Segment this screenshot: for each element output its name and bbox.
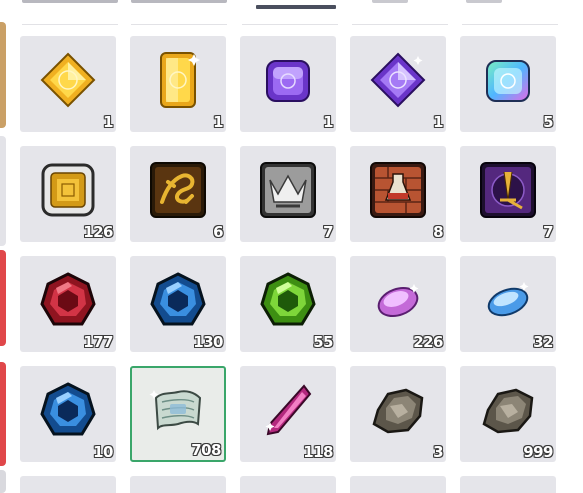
- inventory-panel: 1 1 1 1 5 126 6 7 8 7 177 130 55 226 32 …: [0, 0, 583, 493]
- divider: [131, 24, 227, 25]
- item-slot[interactable]: 1: [130, 36, 226, 132]
- item-quantity: 177: [83, 333, 113, 351]
- item-quantity: 7: [323, 223, 333, 241]
- item-slot[interactable]: 1: [240, 36, 336, 132]
- purple-sword-tile-icon: [480, 162, 536, 218]
- gold-chip-plate-icon: [41, 163, 95, 217]
- item-slot[interactable]: [460, 476, 556, 493]
- item-quantity: 8: [433, 223, 443, 241]
- item-slot[interactable]: 8: [350, 146, 446, 242]
- red-ore-icon: [40, 272, 96, 326]
- tab-fragment[interactable]: [372, 0, 408, 3]
- left-panel-edge: [0, 470, 6, 493]
- item-slot[interactable]: [350, 476, 446, 493]
- item-quantity: 118: [303, 443, 333, 461]
- divider: [242, 24, 338, 25]
- item-slot-selected[interactable]: 708: [130, 366, 226, 462]
- tab-fragment[interactable]: [22, 0, 118, 3]
- item-slot[interactable]: 6: [130, 146, 226, 242]
- blue-ore-icon: [40, 382, 96, 436]
- item-slot[interactable]: [240, 476, 336, 493]
- rainbow-square-gem-icon: [486, 60, 530, 102]
- item-quantity: 1: [323, 113, 333, 131]
- left-panel-edge: [0, 250, 6, 346]
- item-slot[interactable]: 226: [350, 256, 446, 352]
- tab-bar: [0, 0, 583, 9]
- ore-chunk-icon: [372, 388, 424, 434]
- item-quantity: 3: [433, 443, 443, 461]
- item-slot[interactable]: 5: [460, 36, 556, 132]
- item-slot[interactable]: [20, 476, 116, 493]
- brick-potion-tile-icon: [370, 162, 426, 218]
- blue-crystal-icon: [487, 282, 529, 317]
- purple-diamond-gem-icon: [370, 52, 426, 108]
- item-slot[interactable]: 10: [20, 366, 116, 462]
- item-slot[interactable]: 130: [130, 256, 226, 352]
- item-quantity: 999: [523, 443, 553, 461]
- item-quantity: 130: [193, 333, 223, 351]
- item-quantity: 708: [191, 441, 221, 459]
- item-slot[interactable]: 55: [240, 256, 336, 352]
- active-tab-indicator[interactable]: [256, 5, 336, 9]
- item-quantity: 5: [543, 113, 553, 131]
- left-panel-edge: [0, 362, 6, 466]
- green-ore-icon: [260, 272, 316, 326]
- pink-crystal-icon: [377, 284, 419, 318]
- item-quantity: 1: [433, 113, 443, 131]
- item-quantity: 126: [83, 223, 113, 241]
- item-slot[interactable]: 3: [350, 366, 446, 462]
- item-slot[interactable]: 1: [350, 36, 446, 132]
- item-slot[interactable]: 1: [20, 36, 116, 132]
- item-quantity: 1: [103, 113, 113, 131]
- item-slot[interactable]: 118: [240, 366, 336, 462]
- item-slot[interactable]: 7: [240, 146, 336, 242]
- item-quantity: 10: [93, 443, 113, 461]
- item-quantity: 32: [533, 333, 553, 351]
- gold-rectangle-gem-icon: [160, 52, 200, 108]
- gold-diamond-gem-icon: [40, 52, 96, 108]
- item-slot[interactable]: [130, 476, 226, 493]
- left-panel-edge: [0, 22, 6, 128]
- blue-ore-icon: [150, 272, 206, 326]
- divider: [462, 24, 558, 25]
- item-quantity: 226: [413, 333, 443, 351]
- magenta-shard-icon: [265, 384, 312, 436]
- tab-fragment[interactable]: [466, 0, 502, 3]
- item-slot[interactable]: 32: [460, 256, 556, 352]
- item-quantity: 1: [213, 113, 223, 131]
- item-slot[interactable]: 7: [460, 146, 556, 242]
- item-slot[interactable]: 126: [20, 146, 116, 242]
- ore-chunk-icon: [482, 388, 534, 434]
- item-quantity: 6: [213, 223, 223, 241]
- item-slot[interactable]: 177: [20, 256, 116, 352]
- purple-square-gem-icon: [266, 60, 310, 102]
- item-slot[interactable]: 999: [460, 366, 556, 462]
- scroll-icon: [149, 390, 202, 431]
- item-quantity: 7: [543, 223, 553, 241]
- dragon-gold-tile-icon: [150, 162, 206, 218]
- divider: [22, 24, 118, 25]
- divider: [352, 24, 448, 25]
- tab-fragment[interactable]: [131, 0, 227, 3]
- left-panel-edge: [0, 136, 6, 246]
- item-quantity: 55: [313, 333, 333, 351]
- silver-crown-tile-icon: [260, 162, 316, 218]
